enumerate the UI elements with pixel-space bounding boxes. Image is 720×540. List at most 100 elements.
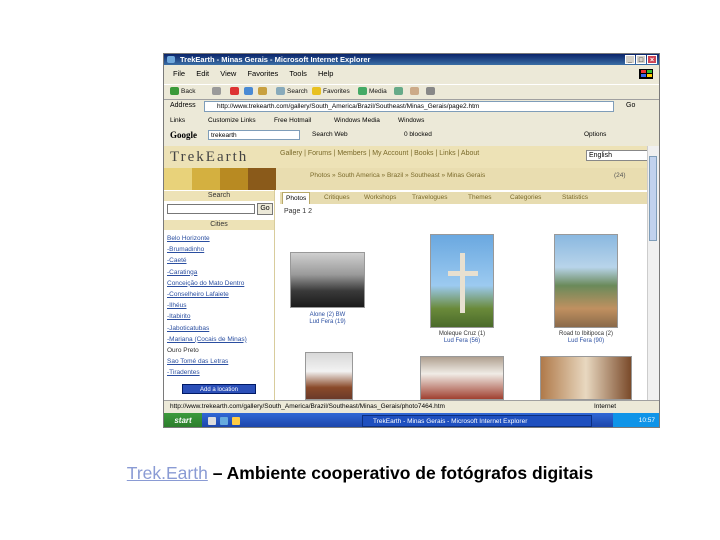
back-button[interactable]: Back [170,87,195,97]
mail-button[interactable] [410,87,421,97]
windows-logo-icon [639,69,653,79]
page-content: TrekEarth Gallery | Forums | Members | M… [164,146,650,400]
city-link[interactable]: -Caratinga [167,267,247,278]
tab-travelogues[interactable]: Travelogues [412,192,448,204]
city-link[interactable]: -Jaboticatubas [167,323,247,334]
tab-critiques[interactable]: Critiques [324,192,350,204]
city-link[interactable]: Sao Tomé das Letras [167,356,247,367]
photo-title[interactable]: Road to Ibitipoca (2) [544,331,628,338]
start-button[interactable]: start [164,413,202,427]
menu-tools[interactable]: Tools [289,69,307,78]
menu-edit[interactable]: Edit [196,69,209,78]
world-map-icon [248,168,276,190]
link-windows-media[interactable]: Windows Media [334,115,380,127]
quick-launch-icon[interactable] [208,417,216,425]
standard-toolbar: Back Search Favorites Media [164,84,659,100]
links-label: Links [170,117,186,124]
cross-shape [448,271,478,276]
search-icon [276,87,285,96]
tab-themes[interactable]: Themes [468,192,491,204]
refresh-button[interactable] [244,87,255,97]
search-button[interactable]: Search [276,87,308,97]
breadcrumb[interactable]: Photos » South America » Brazil » Southe… [310,172,485,179]
stop-button[interactable] [230,87,241,97]
site-header: TrekEarth Gallery | Forums | Members | M… [164,146,650,168]
vertical-scrollbar[interactable] [647,146,659,400]
photo-thumbnail[interactable] [305,352,353,400]
google-search-input[interactable]: trekearth [208,130,300,140]
photo-caption: Road to Ibitipoca (2) Lud Fera (90) [544,331,628,345]
trekearth-link[interactable]: Trek.Earth [127,463,208,483]
page-selector[interactable]: Page 1 2 [284,208,312,215]
site-logo[interactable]: TrekEarth [170,149,248,166]
site-search-input[interactable] [167,204,255,214]
tab-categories[interactable]: Categories [510,192,541,204]
band-swatch [192,168,220,190]
google-logo: Google [170,130,197,140]
address-input[interactable]: http://www.trekearth.com/gallery/South_A… [204,101,614,112]
tab-workshops[interactable]: Workshops [364,192,396,204]
photo-thumbnail[interactable] [430,234,494,328]
photo-title[interactable]: Alone (2) BW [280,312,375,319]
ie-icon [167,56,175,63]
photo-thumbnail[interactable] [540,356,632,400]
city-link[interactable]: Ouro Preto [167,345,247,356]
google-options[interactable]: Options [584,128,606,142]
search-web-button[interactable]: Search Web [312,128,348,142]
link-windows[interactable]: Windows [398,115,424,127]
photo-thumbnail[interactable] [420,356,504,400]
taskbar-window-button[interactable]: TrekEarth - Minas Gerais - Microsoft Int… [362,415,592,427]
add-location-button[interactable]: Add a location [182,384,256,394]
print-button[interactable] [426,87,437,97]
city-link[interactable]: -Mariana (Cocais de Minas) [167,334,247,345]
link-hotmail[interactable]: Free Hotmail [274,115,311,127]
quick-launch-icon[interactable] [220,417,228,425]
refresh-icon [244,87,253,96]
menu-bar: File Edit View Favorites Tools Help [164,68,659,80]
city-link[interactable]: -Brumadinho [167,244,247,255]
site-search-go-button[interactable]: Go [257,203,273,215]
tab-statistics[interactable]: Statistics [562,192,588,204]
close-button[interactable]: × [647,55,657,64]
photo-author[interactable]: Lud Fera (19) [280,319,375,326]
star-icon [312,87,321,96]
address-bar: Address http://www.trekearth.com/gallery… [164,100,659,113]
media-button[interactable]: Media [358,87,387,97]
forward-button[interactable] [212,87,223,97]
menu-view[interactable]: View [220,69,236,78]
city-link[interactable]: -Ilhéus [167,300,247,311]
menu-file[interactable]: File [173,69,185,78]
band-swatch [164,168,192,190]
tab-photos[interactable]: Photos [282,192,311,204]
city-link[interactable]: -Caeté [167,255,247,266]
photo-title[interactable]: Moleque Cruz (1) [420,331,504,338]
favorites-button[interactable]: Favorites [312,87,350,97]
quick-launch-icon[interactable] [232,417,240,425]
city-link[interactable]: Conceição do Mato Dentro [167,278,247,289]
city-link[interactable]: Belo Horizonte [167,233,247,244]
photo-author[interactable]: Lud Fera (56) [420,338,504,345]
menu-help[interactable]: Help [318,69,333,78]
menu-favorites[interactable]: Favorites [247,69,278,78]
link-customize[interactable]: Customize Links [208,115,256,127]
photo-thumbnail[interactable] [554,234,618,328]
popup-blocked: 0 blocked [404,131,432,138]
minimize-button[interactable]: _ [625,55,635,64]
home-button[interactable] [258,87,269,97]
site-nav[interactable]: Gallery | Forums | Members | My Account … [280,150,479,157]
language-select[interactable]: English [586,150,648,161]
maximize-button[interactable]: □ [636,55,646,64]
city-link[interactable]: -Tiradentes [167,367,247,378]
history-button[interactable] [394,87,405,97]
history-icon [394,87,403,96]
go-button[interactable]: Go [626,102,635,109]
scrollbar-thumb[interactable] [649,156,657,241]
stop-icon [230,87,239,96]
photo-caption: Moleque Cruz (1) Lud Fera (56) [420,331,504,345]
city-link[interactable]: -Conselheiro Lafaiete [167,289,247,300]
title-bar: TrekEarth - Minas Gerais - Microsoft Int… [164,54,659,65]
photo-thumbnail[interactable] [290,252,365,308]
browser-screenshot: TrekEarth - Minas Gerais - Microsoft Int… [163,53,660,428]
photo-author[interactable]: Lud Fera (90) [544,338,628,345]
city-link[interactable]: -Itabirito [167,311,247,322]
